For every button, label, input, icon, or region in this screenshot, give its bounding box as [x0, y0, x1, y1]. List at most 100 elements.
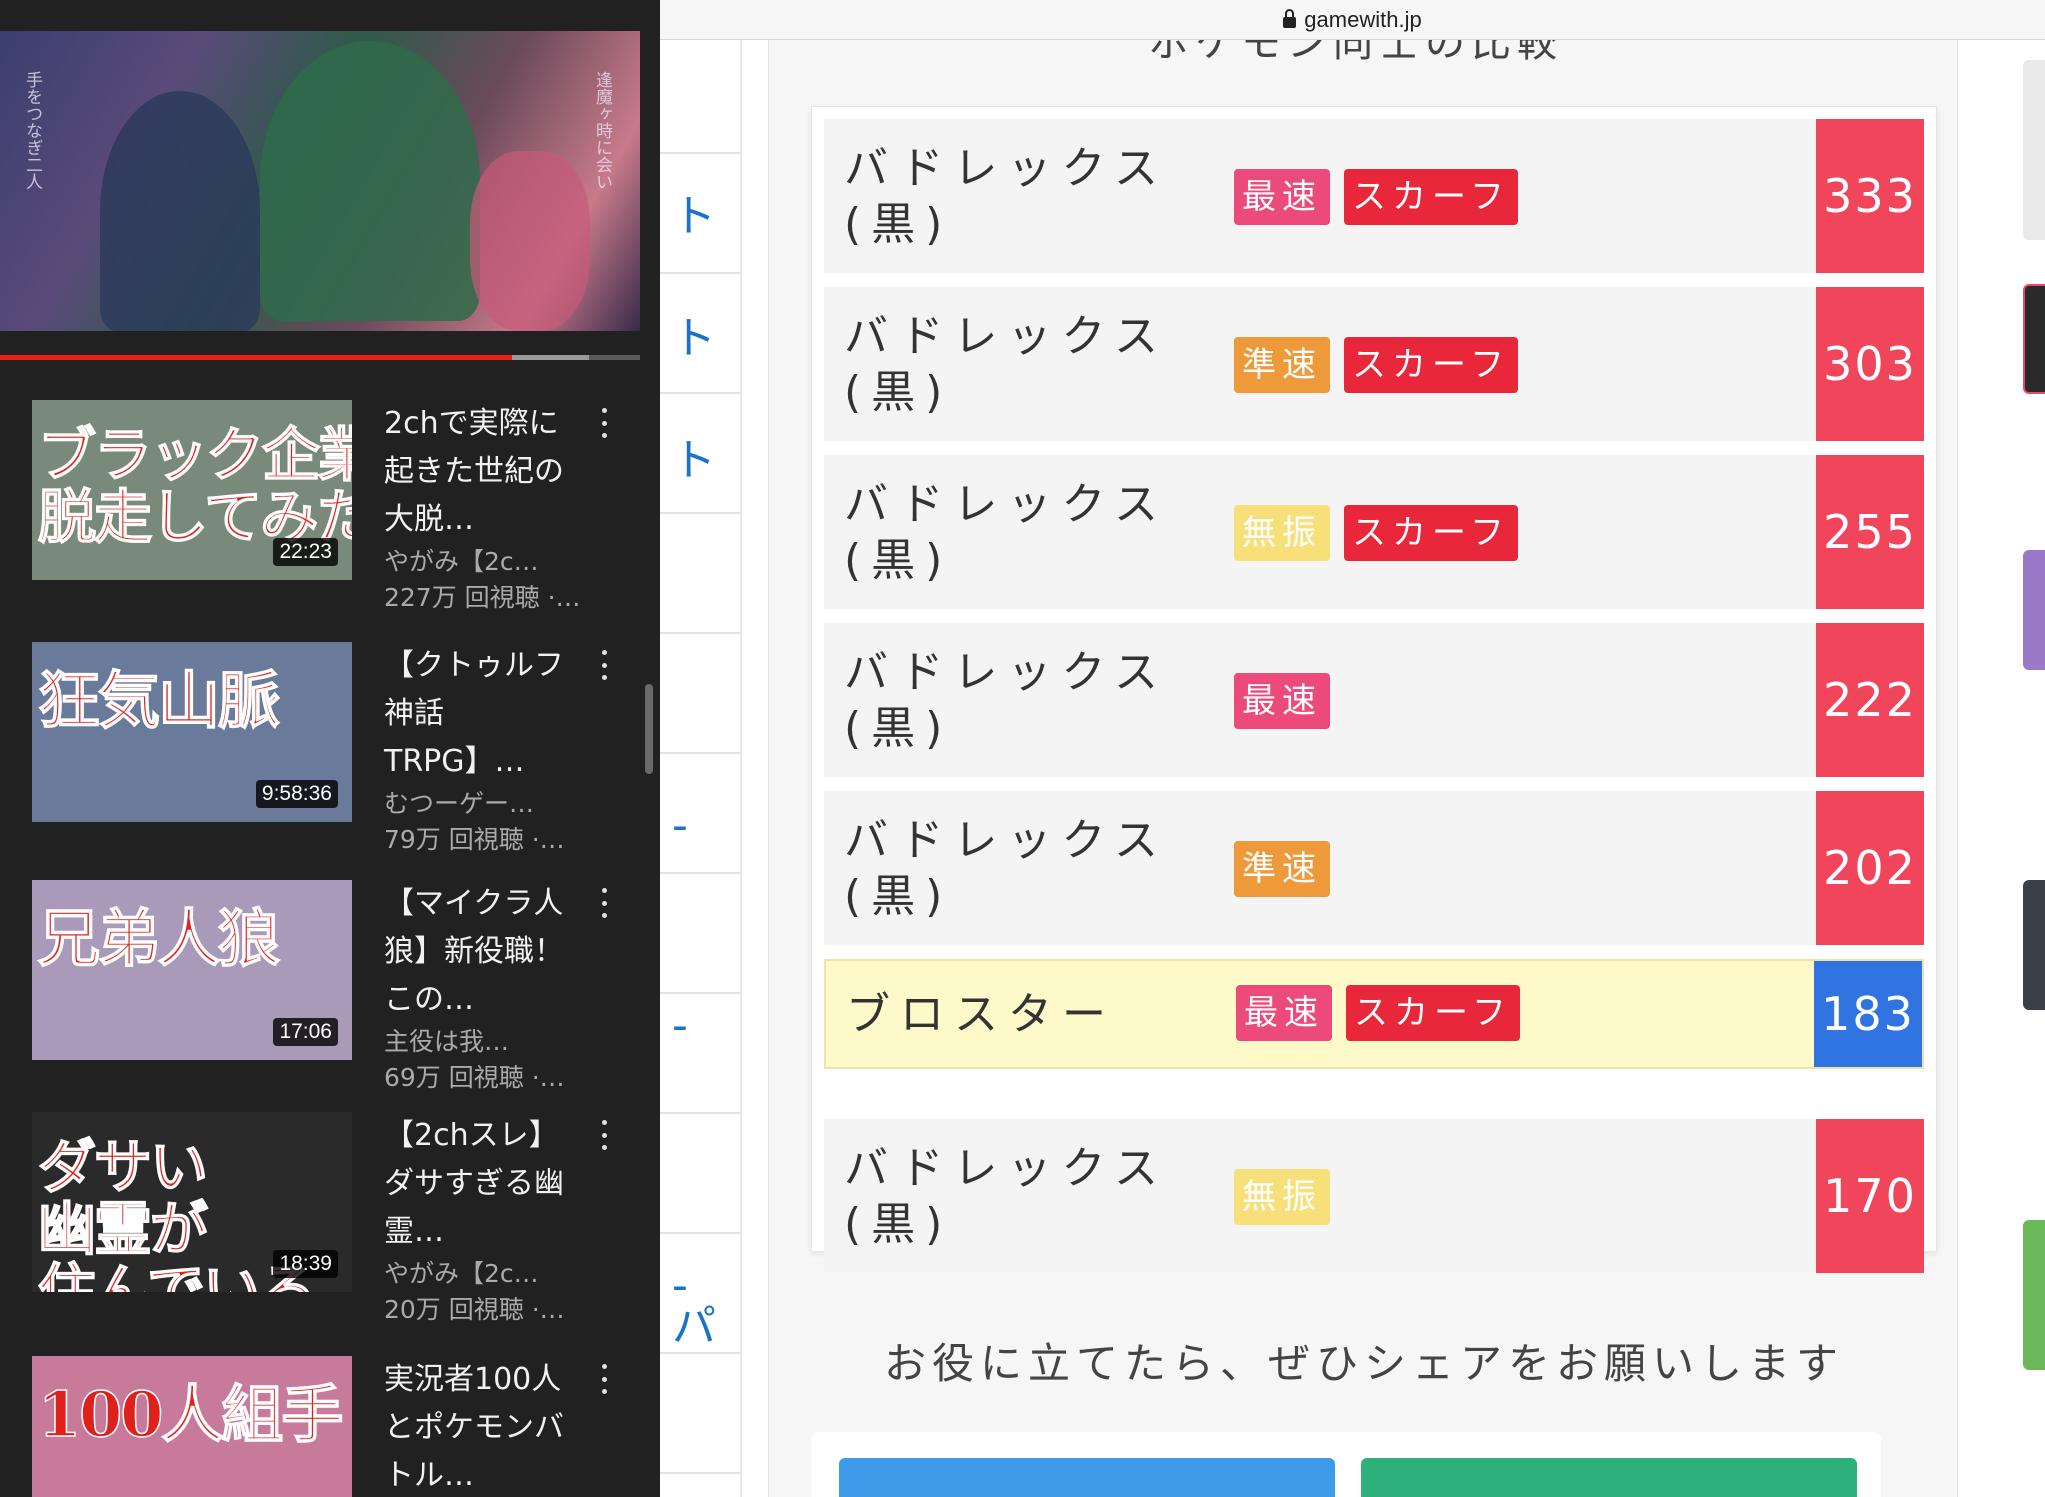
pokemon-name: バドレックス (黒): [844, 143, 1168, 250]
nav-link[interactable]: ト: [672, 424, 716, 488]
youtube-panel: 手をつなぎ二人 逢魔ヶ時に会い ブラック企業から脱走してみた22:232chで実…: [0, 0, 660, 1497]
nav-divider: [660, 392, 742, 394]
video-played-bar: [0, 355, 512, 360]
channel-name: むつーゲー…: [384, 789, 535, 818]
condition-tag: スカーフ: [1344, 169, 1518, 225]
mini-player-video[interactable]: 手をつなぎ二人 逢魔ヶ時に会い: [0, 31, 640, 331]
nav-divider: [660, 512, 742, 514]
nav-link[interactable]: -: [672, 800, 688, 851]
condition-tag: 準速: [1234, 841, 1330, 897]
pokemon-name: バドレックス (黒): [844, 1143, 1168, 1250]
video-caption-right: 逢魔ヶ時に会い: [592, 71, 612, 190]
sidebar-ad[interactable]: [2023, 60, 2045, 240]
more-options-dot: [601, 900, 607, 906]
condition-tags: 無振: [1234, 1169, 1330, 1225]
condition-tag: 無振: [1234, 505, 1330, 561]
more-options-dot: [601, 913, 607, 918]
right-sidebar: [2005, 40, 2045, 1497]
sidebar-menu-icon[interactable]: [2023, 284, 2045, 394]
more-options-dot: [601, 888, 607, 893]
thumbnail-text: 100人組手: [37, 1377, 344, 1452]
table-row: バドレックス (黒) 最速 スカーフ 333: [824, 119, 1924, 273]
view-count: 69万 回視聴 ·…: [384, 1063, 565, 1092]
nav-divider: [660, 752, 742, 754]
sidebar-thumb[interactable]: [2023, 880, 2045, 1010]
video-figure: [100, 91, 260, 331]
more-options-dot: [601, 420, 607, 426]
more-options-dot: [601, 1145, 607, 1150]
address-bar[interactable]: gamewith.jp: [660, 0, 2045, 40]
list-item[interactable]: 兄弟人狼 17:06 【マイクラ人狼】新役職！この… 主役は我… 69万 回視聴 ·…: [32, 880, 642, 1092]
thumbnail-text: 兄弟人狼: [37, 901, 281, 976]
table-row: バドレックス (黒) 無振 スカーフ 255: [824, 455, 1924, 609]
more-options-dot: [601, 675, 607, 680]
pokemon-name: バドレックス (黒): [844, 647, 1168, 754]
condition-tags: 最速 スカーフ: [1234, 169, 1518, 225]
browser-window: gamewith.jp トトト ---パ ポケモン同士の比較 バドレックス (黒…: [660, 0, 2045, 1497]
speed-value: 255: [1816, 455, 1924, 609]
more-options-icon[interactable]: [592, 1120, 616, 1150]
share-prompt: お役に立てたら、ぜひシェアをお願いします: [883, 1339, 1844, 1388]
view-count: 79万 回視聴 ·…: [384, 825, 565, 854]
more-options-dot: [601, 1120, 607, 1125]
video-title[interactable]: 【クトゥルフ神話TRPG】…: [384, 642, 574, 786]
section-heading-text: ポケモン同士の比較: [1149, 40, 1563, 60]
list-item[interactable]: ダサい 幽霊が 住んでいる 18:39 【2chスレ】ダサすぎる幽霊… やがみ【2c… 20…: [32, 1112, 642, 1324]
video-title[interactable]: 【2chスレ】ダサすぎる幽霊…: [384, 1112, 574, 1256]
more-options-dot: [601, 650, 607, 655]
nav-link[interactable]: ト: [672, 180, 716, 244]
video-thumbnail[interactable]: 100人組手: [32, 1356, 352, 1497]
condition-tag: 準速: [1234, 337, 1330, 393]
condition-tag: 最速: [1234, 169, 1330, 225]
lock-icon: [1283, 9, 1297, 28]
video-thumbnail[interactable]: 狂気山脈 9:58:36: [32, 642, 352, 822]
thumbnail-text: 狂気山脈: [37, 663, 281, 738]
video-duration: 22:23: [273, 538, 338, 566]
table-row: バドレックス (黒) 無振 170: [824, 1119, 1924, 1273]
list-item[interactable]: 狂気山脈 9:58:36 【クトゥルフ神話TRPG】… むつーゲー… 79万 回視聴 ·…: [32, 642, 642, 854]
channel-name: やがみ【2c…: [384, 1259, 539, 1288]
video-thumbnail[interactable]: ダサい 幽霊が 住んでいる 18:39: [32, 1112, 352, 1292]
condition-tags: 無振 スカーフ: [1234, 505, 1518, 561]
video-title[interactable]: 実況者100人とポケモンバトル…: [384, 1356, 574, 1497]
more-options-icon[interactable]: [592, 1364, 616, 1394]
more-options-icon[interactable]: [592, 408, 616, 438]
video-title[interactable]: 【マイクラ人狼】新役職！この…: [384, 880, 574, 1024]
nav-link[interactable]: -: [672, 1000, 688, 1051]
nav-link[interactable]: [672, 640, 716, 704]
channel-name: 主役は我…: [384, 1027, 510, 1056]
section-heading: ポケモン同士の比較: [769, 40, 1959, 60]
table-row: バドレックス (黒) 準速 スカーフ 303: [824, 287, 1924, 441]
pokemon-name: バドレックス (黒): [844, 815, 1168, 922]
nav-divider: [660, 872, 742, 874]
more-options-icon[interactable]: [592, 888, 616, 918]
video-figure: [470, 151, 590, 331]
video-thumbnail[interactable]: 兄弟人狼 17:06: [32, 880, 352, 1060]
sidebar-thumb[interactable]: [2023, 1220, 2045, 1370]
nav-divider: [660, 1232, 742, 1234]
video-thumbnail[interactable]: ブラック企業から脱走してみた22:23: [32, 400, 352, 580]
list-item[interactable]: 100人組手 実況者100人とポケモンバトル…: [32, 1356, 642, 1497]
nav-link[interactable]: ト: [672, 302, 716, 366]
speed-value: 303: [1816, 287, 1924, 441]
more-options-dot: [601, 408, 607, 413]
share-button-secondary[interactable]: [1361, 1458, 1857, 1497]
more-options-icon[interactable]: [592, 650, 616, 680]
speed-value: 333: [1816, 119, 1924, 273]
list-item[interactable]: ブラック企業から脱走してみた22:232chで実際に起きた世紀の大脱… やがみ【2…: [32, 400, 642, 612]
condition-tag: 最速: [1234, 673, 1330, 729]
video-progress-bar[interactable]: [0, 355, 640, 360]
video-title[interactable]: 2chで実際に起きた世紀の大脱…: [384, 400, 574, 544]
sidebar-thumb[interactable]: [2023, 550, 2045, 670]
pokemon-name: バドレックス (黒): [844, 311, 1168, 418]
more-options-dot: [601, 1376, 607, 1382]
condition-tag: 無振: [1234, 1169, 1330, 1225]
share-button-primary[interactable]: [839, 1458, 1335, 1497]
pokemon-name: ブロスター: [846, 989, 1116, 1040]
channel-name: やがみ【2c…: [384, 547, 539, 576]
nav-link[interactable]: パ: [672, 1290, 716, 1354]
condition-tag: スカーフ: [1344, 337, 1518, 393]
list-scrollbar[interactable]: [645, 684, 653, 774]
more-options-dot: [601, 662, 607, 668]
video-buffer-bar: [512, 355, 589, 360]
